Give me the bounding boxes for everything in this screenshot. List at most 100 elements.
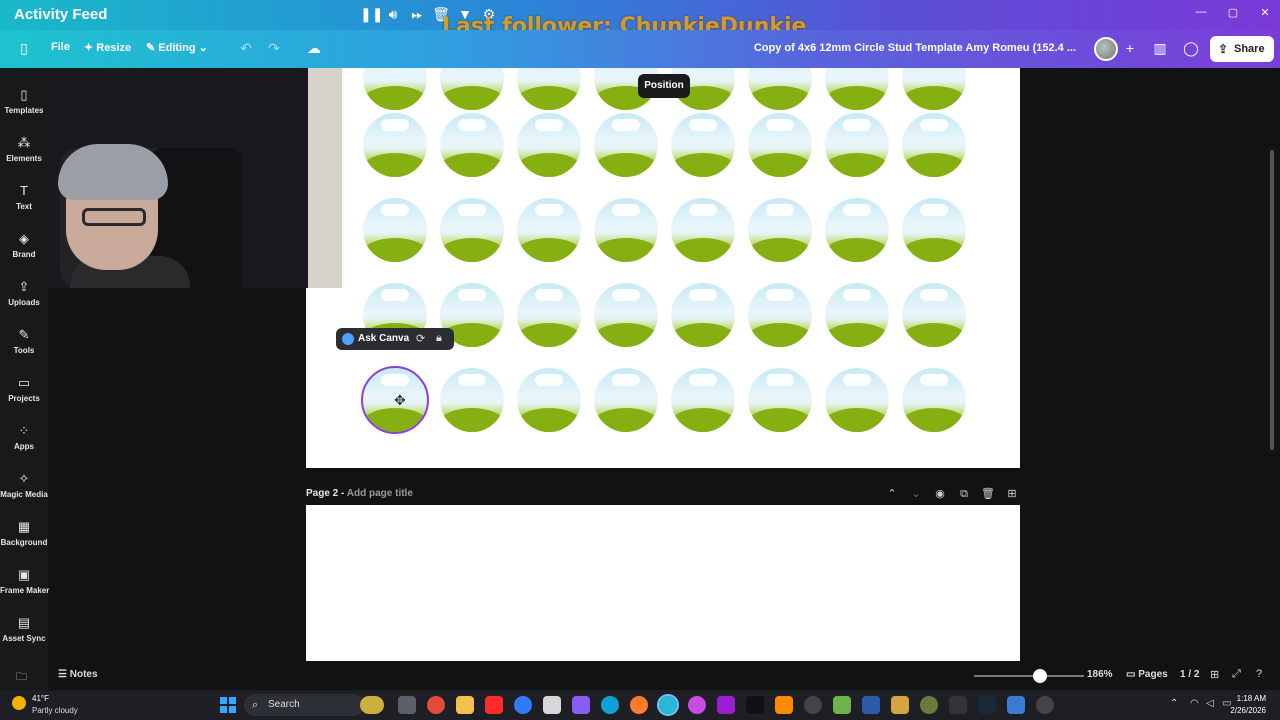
- taskbar-app-icon[interactable]: [360, 696, 384, 714]
- comment-icon[interactable]: ◯: [1181, 38, 1201, 58]
- circle-stud[interactable]: [671, 198, 735, 262]
- firefox-icon[interactable]: [630, 696, 648, 714]
- circle-stud[interactable]: [748, 368, 812, 432]
- circle-stud[interactable]: [517, 368, 581, 432]
- help-icon[interactable]: ?: [1256, 668, 1262, 680]
- editing-mode-dropdown[interactable]: ✎ Editing ⌄: [146, 41, 208, 54]
- sidebar-item-text[interactable]: T Text: [0, 174, 48, 222]
- scrollbar[interactable]: [1270, 150, 1274, 450]
- youtube-icon[interactable]: [485, 696, 503, 714]
- circle-stud[interactable]: [825, 68, 889, 110]
- sidebar-item-brand[interactable]: ◈ Brand: [0, 222, 48, 270]
- sidebar-item-projects[interactable]: ▭ Projects: [0, 366, 48, 414]
- circle-stud[interactable]: [902, 283, 966, 347]
- maximize-icon[interactable]: ▢: [1226, 6, 1240, 19]
- sidebar-item-frame-maker[interactable]: ▣ Frame Maker: [0, 558, 49, 606]
- circle-stud[interactable]: [440, 113, 504, 177]
- taskbar-app-icon[interactable]: [688, 696, 706, 714]
- circle-stud[interactable]: [517, 113, 581, 177]
- zoom-slider[interactable]: [974, 675, 1084, 677]
- taskbar-app-icon[interactable]: [949, 696, 967, 714]
- taskbar-app-icon[interactable]: [920, 696, 938, 714]
- sidebar-item-tools[interactable]: ✎ Tools: [0, 318, 48, 366]
- pause-icon[interactable]: ❚❚: [360, 5, 383, 23]
- circle-stud[interactable]: [517, 198, 581, 262]
- panel-toggle-icon[interactable]: ▯: [14, 38, 34, 58]
- redo-icon[interactable]: ↷: [264, 38, 284, 58]
- task-view-icon[interactable]: [398, 696, 416, 714]
- circle-stud[interactable]: [594, 198, 658, 262]
- analytics-icon[interactable]: ▥: [1150, 38, 1170, 58]
- zoom-slider-handle[interactable]: [1033, 669, 1047, 683]
- page-title-placeholder[interactable]: Add page title: [347, 488, 413, 499]
- circle-stud[interactable]: [671, 283, 735, 347]
- ask-canva-button[interactable]: Ask Canva ⟳ 🔒︎: [336, 328, 454, 350]
- chrome-icon[interactable]: [427, 696, 445, 714]
- circle-stud[interactable]: [748, 68, 812, 110]
- volume-icon[interactable]: ◁: [1206, 698, 1214, 709]
- circle-stud[interactable]: [825, 368, 889, 432]
- grid-view-icon[interactable]: ⊞: [1210, 668, 1219, 681]
- circle-stud[interactable]: [440, 368, 504, 432]
- circle-stud[interactable]: [440, 68, 504, 110]
- circle-stud[interactable]: [902, 113, 966, 177]
- sidebar-item-background[interactable]: ▦ Background: [0, 510, 48, 558]
- fullscreen-icon[interactable]: ⤢: [1232, 668, 1241, 681]
- avatar[interactable]: [1094, 37, 1118, 61]
- messenger-icon[interactable]: [514, 696, 532, 714]
- store-icon[interactable]: [543, 696, 561, 714]
- circle-stud[interactable]: [671, 113, 735, 177]
- resize-button[interactable]: ✦ Resize: [84, 41, 131, 54]
- edge-icon[interactable]: [601, 696, 619, 714]
- page-2-canvas[interactable]: [306, 505, 1020, 661]
- chevron-up-icon[interactable]: ⌃: [884, 486, 900, 502]
- add-page-icon[interactable]: ⊞: [1004, 486, 1020, 502]
- circle-stud[interactable]: [748, 198, 812, 262]
- taskbar-app-icon[interactable]: [775, 696, 793, 714]
- minimize-icon[interactable]: —: [1194, 6, 1208, 19]
- circle-stud[interactable]: [825, 198, 889, 262]
- refresh-icon[interactable]: ⟳: [416, 332, 425, 345]
- volume-icon[interactable]: 🔊︎: [384, 5, 402, 23]
- taskbar-app-icon[interactable]: [717, 696, 735, 714]
- sidebar-item-elements[interactable]: ⁂ Elements: [0, 126, 48, 174]
- circle-stud[interactable]: [902, 198, 966, 262]
- steam-icon[interactable]: [978, 696, 996, 714]
- taskbar-app-icon[interactable]: [1007, 696, 1025, 714]
- taskbar-clock[interactable]: 1:18 AM 2/26/2026: [1230, 693, 1266, 717]
- circle-stud[interactable]: [748, 113, 812, 177]
- notes-button[interactable]: ☰ Notes: [58, 669, 98, 680]
- file-explorer-icon[interactable]: [456, 696, 474, 714]
- circle-stud[interactable]: [671, 368, 735, 432]
- page-2-title[interactable]: Page 2 - Add page title: [306, 488, 413, 499]
- pages-button[interactable]: ▭ Pages: [1126, 669, 1168, 680]
- taskbar-search[interactable]: ⌕ Search: [244, 694, 364, 716]
- circle-stud[interactable]: [902, 68, 966, 110]
- taskbar-app-icon[interactable]: [862, 696, 880, 714]
- skip-icon[interactable]: ⏩︎: [408, 5, 426, 23]
- file-menu[interactable]: File: [51, 41, 70, 53]
- circle-stud[interactable]: [440, 198, 504, 262]
- delete-page-icon[interactable]: 🗑︎: [980, 486, 996, 502]
- document-title[interactable]: Copy of 4x6 12mm Circle Stud Template Am…: [754, 42, 1076, 54]
- canva-icon[interactable]: [657, 694, 679, 716]
- circle-stud[interactable]: [825, 283, 889, 347]
- sidebar-item-apps[interactable]: ⁘ Apps: [0, 414, 48, 462]
- circle-stud[interactable]: [594, 368, 658, 432]
- circle-stud[interactable]: [594, 113, 658, 177]
- circle-stud[interactable]: [363, 113, 427, 177]
- sidebar-item-asset-sync[interactable]: ▤ Asset Sync: [0, 606, 48, 654]
- sidebar-item-magic-media[interactable]: ✧ Magic Media: [0, 462, 48, 510]
- sidebar-item-uploads[interactable]: ⇪ Uploads: [0, 270, 48, 318]
- taskbar-app-icon[interactable]: [804, 696, 822, 714]
- page-1-canvas[interactable]: [306, 68, 1020, 468]
- folder-icon[interactable]: 🗀: [16, 668, 27, 687]
- circle-stud[interactable]: [363, 198, 427, 262]
- windows-start-icon[interactable]: [220, 697, 236, 713]
- taskbar-app-icon[interactable]: [833, 696, 851, 714]
- add-collaborator-icon[interactable]: +: [1120, 38, 1140, 58]
- circle-stud[interactable]: [517, 283, 581, 347]
- lock-icon[interactable]: 🔒︎: [436, 332, 442, 345]
- chevron-down-icon[interactable]: ⌄: [908, 486, 924, 502]
- undo-icon[interactable]: ↶: [236, 38, 256, 58]
